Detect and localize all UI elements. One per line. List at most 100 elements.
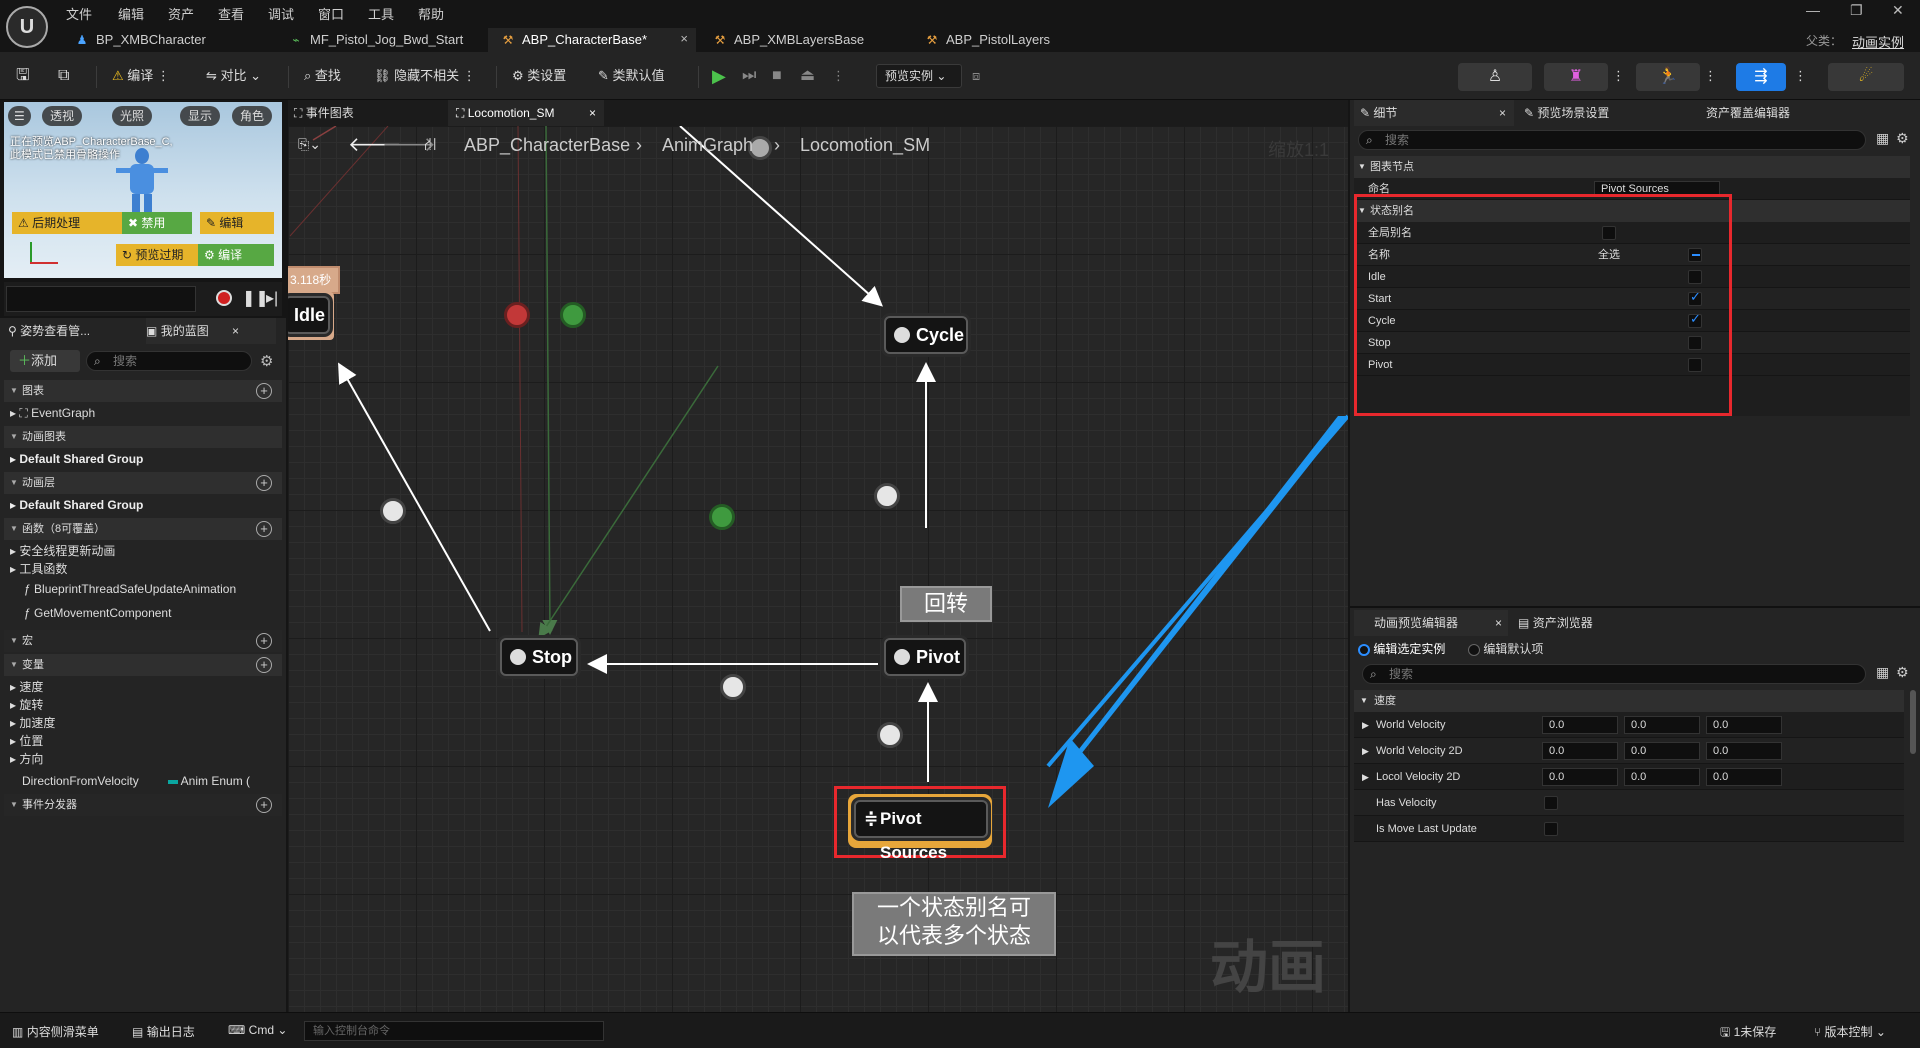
local-velocity-2d-y[interactable]: 0.0 (1624, 768, 1700, 786)
parent-class-link[interactable]: 动画实例 (1852, 32, 1904, 51)
close-tab-icon[interactable]: × (1499, 100, 1506, 126)
state-node-stop[interactable]: Stop (500, 638, 578, 676)
menu-help[interactable]: 帮助 (418, 4, 444, 23)
menu-view[interactable]: 查看 (218, 4, 244, 23)
add-macro-icon[interactable]: + (256, 633, 272, 649)
character-button[interactable]: 角色 (232, 106, 273, 126)
physics-mode-button[interactable]: ☄ (1828, 63, 1904, 91)
variable-category-speed[interactable]: ▸ 速度 (10, 678, 43, 696)
add-dispatcher-icon[interactable]: + (256, 797, 272, 813)
hide-unrelated-button[interactable]: ⛓ 隐藏不相关 ⋮ (374, 64, 476, 88)
tab-pose-watch[interactable]: ⚲ 姿势查看管... (8, 318, 146, 344)
eject-icon[interactable]: ⏏ (800, 64, 815, 88)
table-view-icon[interactable]: ▦ (1876, 664, 1889, 681)
transition-icon[interactable] (709, 504, 735, 530)
browse-icon[interactable]: ⧉ (58, 64, 69, 88)
blueprint-search-input[interactable]: ⌕ 搜索 (86, 351, 252, 371)
close-tab-icon[interactable]: × (589, 100, 596, 126)
class-defaults-button[interactable]: ✎ 类默认值 (598, 64, 665, 88)
add-variable-icon[interactable]: + (256, 657, 272, 673)
tab-details[interactable]: ✎ 细节 × (1354, 100, 1514, 126)
section-anim-graphs[interactable]: 动画图表 (4, 426, 282, 448)
record-icon[interactable] (216, 290, 232, 306)
gear-icon[interactable]: ⚙ (1896, 664, 1909, 681)
restore-icon[interactable]: ❐ (1850, 2, 1863, 19)
unreal-logo-icon[interactable]: U (6, 6, 48, 48)
add-button[interactable]: ＋添加 (10, 350, 80, 372)
doc-tab-mf-pistol[interactable]: ⌁ MF_Pistol_Jog_Bwd_Start (276, 28, 486, 52)
section-variables[interactable]: 变量+ (4, 654, 282, 676)
more-icon[interactable]: ⋮ (1612, 64, 1625, 88)
save-icon[interactable]: 🖫 (16, 64, 30, 88)
menu-edit[interactable]: 编辑 (118, 4, 144, 23)
find-button[interactable]: ⌕ 查找 (304, 64, 341, 88)
preview-viewport[interactable]: ☰ 透视 光照 显示 角色 正在预览ABP_CharacterBase_C, 此… (4, 102, 282, 278)
transition-icon[interactable] (877, 722, 903, 748)
breadcrumb-animgraph[interactable]: AnimGraph (662, 135, 753, 156)
debug-filter-icon[interactable]: ⧈ (972, 64, 980, 88)
comment-state-alias[interactable]: 一个状态别名可 以代表多个状态 (852, 892, 1056, 956)
tree-event-graph[interactable]: ▸ ⛶ EventGraph (10, 404, 95, 422)
local-velocity-2d-z[interactable]: 0.0 (1706, 768, 1782, 786)
mesh-mode-button[interactable]: ♜ (1544, 63, 1608, 91)
transition-icon[interactable] (560, 302, 586, 328)
breadcrumb-locomotion-sm[interactable]: Locomotion_SM (800, 135, 930, 156)
world-velocity-2d-y[interactable]: 0.0 (1624, 742, 1700, 760)
transition-icon[interactable] (504, 302, 530, 328)
stop-icon[interactable]: ■ (772, 64, 782, 88)
breadcrumb-abp[interactable]: ABP_CharacterBase (464, 135, 630, 156)
anim-preview-search-input[interactable]: ⌕ 搜索 (1362, 664, 1866, 684)
expand-icon[interactable]: ▶ (1362, 764, 1369, 790)
viewport-menu-icon[interactable]: ☰ (8, 106, 31, 126)
source-control-button[interactable]: ⑂ 版本控制 ⌄ (1814, 1023, 1886, 1040)
state-node-pivot[interactable]: Pivot (884, 638, 966, 676)
variable-category-direction[interactable]: ▸ 方向 (10, 750, 43, 768)
bookmark-icon[interactable]: ⎘⌄ (298, 136, 321, 153)
tree-fn-get-movement[interactable]: ƒ GetMovementComponent (24, 604, 171, 622)
world-velocity-x[interactable]: 0.0 (1542, 716, 1618, 734)
edit-button[interactable]: ✎ 编辑 (200, 212, 274, 234)
tree-default-shared-group-2[interactable]: ▸ Default Shared Group (10, 496, 143, 514)
menu-asset[interactable]: 资产 (168, 4, 194, 23)
section-functions[interactable]: 函数（8可覆盖）+ (4, 518, 282, 540)
viewport-compile-button[interactable]: ⚙ 编译 (198, 244, 274, 266)
tree-fn-thread-safe-update[interactable]: ƒ BlueprintThreadSafeUpdateAnimation (24, 580, 236, 598)
state-alias-node-pivot-sources[interactable]: ≑ Pivot Sources (854, 800, 988, 862)
state-node-idle[interactable]: Idle (288, 296, 330, 334)
close-tab-icon[interactable]: × (232, 324, 239, 338)
section-anim-layers[interactable]: 动画层+ (4, 472, 282, 494)
timeline-scrubber[interactable] (6, 286, 196, 312)
section-speed[interactable]: ▼ 速度 (1354, 690, 1904, 712)
doc-tab-abp-xmblayersbase[interactable]: ⚒ ABP_XMBLayersBase (700, 28, 900, 52)
more-icon[interactable]: ⋮ (832, 64, 845, 88)
more-icon[interactable]: ⋮ (1794, 64, 1807, 88)
pause-icon[interactable]: ❚❚ (242, 288, 269, 308)
tab-anim-preview-editor[interactable]: 动画预览编辑器 × (1354, 610, 1508, 636)
animation-mode-button[interactable]: 🏃 (1636, 63, 1700, 91)
gear-icon[interactable]: ⚙ (260, 352, 273, 370)
table-view-icon[interactable]: ▦ (1876, 130, 1889, 147)
section-event-dispatchers[interactable]: 事件分发器+ (4, 794, 282, 816)
menu-debug[interactable]: 调试 (268, 4, 294, 23)
variable-category-location[interactable]: ▸ 位置 (10, 732, 43, 750)
tab-my-blueprint[interactable]: ▣ 我的蓝图 × (146, 318, 276, 344)
doc-tab-abp-characterbase[interactable]: ⚒ ABP_CharacterBase* × (488, 28, 696, 52)
blueprint-mode-button[interactable]: ⇶ (1736, 63, 1786, 91)
world-velocity-z[interactable]: 0.0 (1706, 716, 1782, 734)
step-icon[interactable]: ⏭ (742, 64, 756, 88)
cmd-dropdown[interactable]: ⌨ Cmd ⌄ (228, 1023, 287, 1037)
comment-pivot[interactable]: 回转 (900, 586, 992, 622)
details-search-input[interactable]: ⌕ 搜索 (1358, 130, 1866, 150)
compile-button[interactable]: ⚠ 编译 ⋮ (112, 64, 170, 88)
doc-tab-abp-pistollayers[interactable]: ⚒ ABP_PistolLayers (912, 28, 1102, 52)
variable-category-rotation[interactable]: ▸ 旋转 (10, 696, 43, 714)
add-function-icon[interactable]: + (256, 521, 272, 537)
transition-icon[interactable] (874, 483, 900, 509)
state-node-cycle[interactable]: Cycle (884, 316, 968, 354)
class-settings-button[interactable]: ⚙ 类设置 (512, 64, 566, 88)
radio-edit-selected[interactable]: 编辑选定实例 (1358, 640, 1445, 657)
play-icon[interactable]: ▶ (712, 64, 726, 88)
close-window-icon[interactable]: ✕ (1892, 2, 1904, 19)
radio-edit-defaults[interactable]: 编辑默认项 (1468, 640, 1543, 657)
variable-category-acceleration[interactable]: ▸ 加速度 (10, 714, 55, 732)
